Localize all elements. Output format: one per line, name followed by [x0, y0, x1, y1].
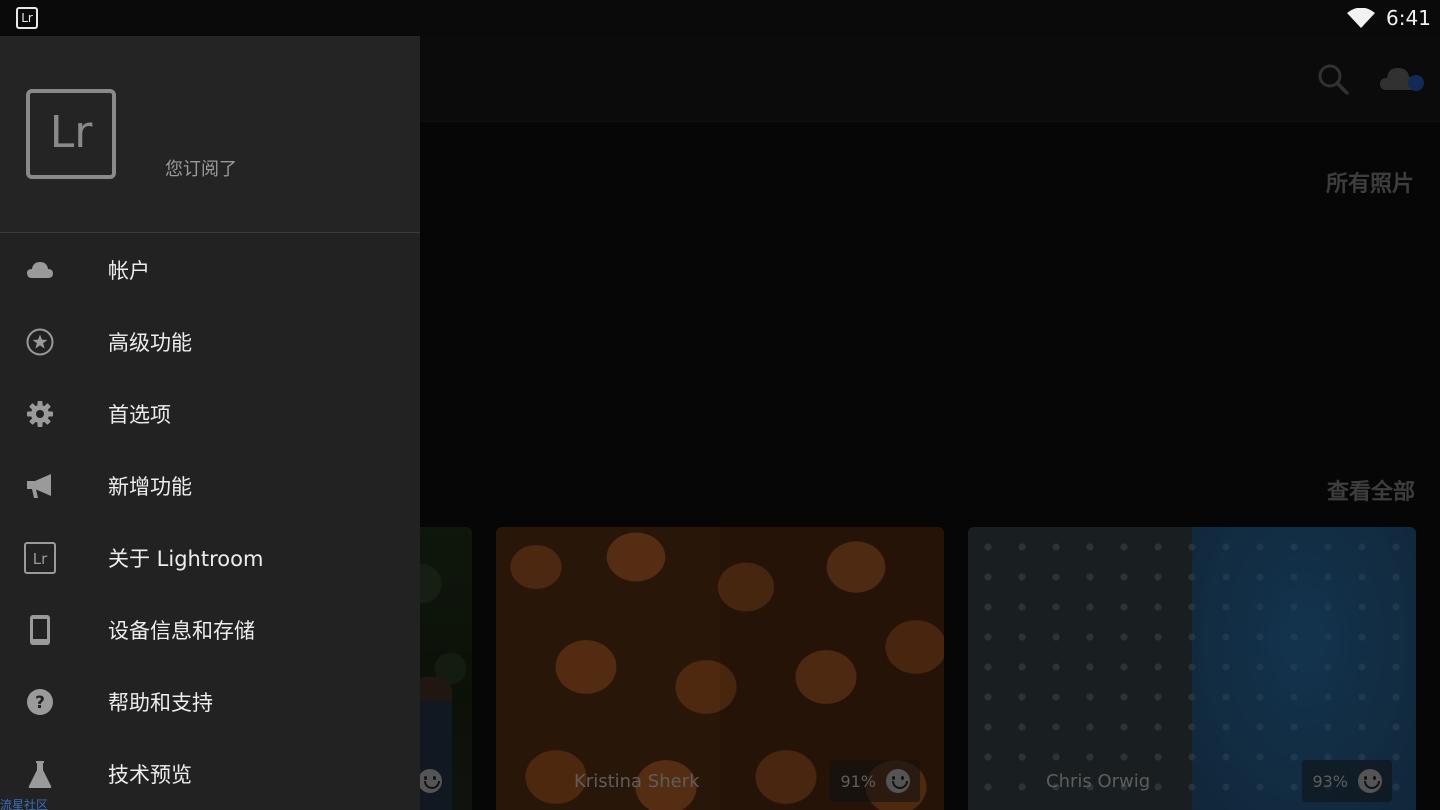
svg-text:?: ?: [35, 693, 45, 713]
menu-item-help[interactable]: ? 帮助和支持: [0, 666, 420, 738]
menu-item-label: 帮助和支持: [108, 691, 213, 715]
lightroom-logo: Lr: [26, 89, 116, 179]
menu-item-tech-preview[interactable]: 技术预览: [0, 738, 420, 810]
menu-item-label: 关于 Lightroom: [108, 547, 264, 571]
gear-icon: [24, 398, 56, 430]
menu-item-device-info[interactable]: 设备信息和存储: [0, 594, 420, 666]
menu-item-preferences[interactable]: 首选项: [0, 378, 420, 450]
cloud-icon: [24, 254, 56, 286]
menu-item-label: 帐户: [108, 259, 150, 283]
flask-icon: [24, 758, 56, 790]
menu-item-account[interactable]: 帐户: [0, 234, 420, 306]
menu-item-about[interactable]: Lr 关于 Lightroom: [0, 522, 420, 594]
menu-item-label: 设备信息和存储: [108, 619, 255, 643]
menu-item-label: 首选项: [108, 403, 171, 427]
star-circle-icon: [24, 326, 56, 358]
subscription-status: 您订阅了: [165, 159, 237, 180]
menu-item-label: 技术预览: [108, 763, 192, 787]
menu-item-label: 高级功能: [108, 331, 192, 355]
menu-item-whats-new[interactable]: 新增功能: [0, 450, 420, 522]
megaphone-icon: [24, 470, 56, 502]
status-bar: Lr 6:41: [0, 0, 1440, 36]
drawer-scrim[interactable]: [420, 36, 1440, 810]
lr-icon: Lr: [24, 542, 56, 574]
lr-notification-icon: Lr: [16, 7, 38, 29]
drawer-header: Lr 您订阅了: [0, 36, 420, 233]
menu-item-premium[interactable]: 高级功能: [0, 306, 420, 378]
status-time: 6:41: [1386, 6, 1431, 30]
navigation-drawer: Lr 您订阅了 帐户 高级功能 首选项 新增功能 Lr 关于 Lightroom…: [0, 36, 420, 810]
phone-icon: [24, 614, 56, 646]
drawer-menu: 帐户 高级功能 首选项 新增功能 Lr 关于 Lightroom 设备信息和存储…: [0, 234, 420, 810]
menu-item-label: 新增功能: [108, 475, 192, 499]
wifi-icon: [1347, 8, 1375, 28]
help-icon: ?: [24, 686, 56, 718]
watermark-text: 流星社区: [0, 798, 49, 810]
svg-text:Lr: Lr: [33, 550, 48, 568]
